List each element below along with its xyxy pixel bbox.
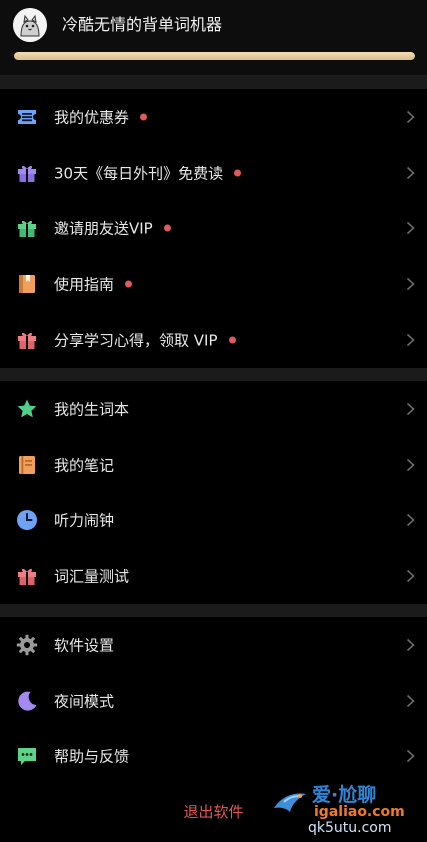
notebook-icon [19, 455, 35, 474]
menu-item-night-mode[interactable]: 夜间模式 [0, 673, 427, 729]
gear-icon [16, 634, 38, 656]
red-dot-badge [125, 280, 133, 288]
menu-group-learning: 我的生词本 我的笔记 听力闹钟 词汇量测试 [0, 381, 427, 604]
chevron-right-icon [406, 514, 415, 527]
menu-item-label: 帮助与反馈 [54, 747, 130, 766]
gift-icon [18, 221, 36, 238]
menu-item-label: 我的生词本 [54, 400, 130, 419]
divider [0, 604, 427, 617]
chevron-right-icon [406, 402, 415, 415]
progress-fill [14, 52, 415, 60]
gift-icon [18, 569, 36, 586]
red-dot-badge [228, 336, 236, 344]
menu-item-label: 软件设置 [54, 636, 115, 655]
chevron-right-icon [406, 694, 415, 707]
gift-icon [18, 165, 36, 182]
watermark: 爱·尬聊 igaliao.com qk5utu.com [268, 778, 427, 842]
gift-icon [18, 333, 36, 350]
chevron-right-icon [406, 110, 415, 123]
menu-item-label: 使用指南 [54, 275, 115, 294]
menu-item-label: 听力闹钟 [54, 511, 115, 530]
menu-item-label: 邀请朋友送VIP [54, 219, 153, 238]
red-dot-badge [234, 169, 242, 177]
red-dot-badge [163, 224, 171, 232]
chevron-right-icon [406, 638, 415, 651]
chevron-right-icon [406, 222, 415, 235]
menu-item-vocab-test[interactable]: 词汇量测试 [0, 548, 427, 604]
chevron-right-icon [406, 750, 415, 763]
menu-item-label: 分享学习心得，领取 VIP [54, 331, 218, 350]
divider [0, 368, 427, 381]
menu-group-promotions: 我的优惠券 30天《每日外刊》免费读 邀请朋友送VIP 使用指南 分享学习心得，… [0, 89, 427, 368]
star-icon [17, 399, 37, 418]
menu-item-invite-vip[interactable]: 邀请朋友送VIP [0, 201, 427, 257]
profile-header: 冷酷无情的背单词机器 [0, 0, 427, 75]
menu-item-label: 夜间模式 [54, 692, 115, 711]
menu-item-settings[interactable]: 软件设置 [0, 617, 427, 673]
menu-item-coupon[interactable]: 我的优惠券 [0, 89, 427, 145]
menu-item-label: 词汇量测试 [54, 567, 130, 586]
watermark-title: 爱·尬聊 [312, 784, 377, 806]
chevron-right-icon [406, 333, 415, 347]
watermark-url-secondary: qk5utu.com [308, 820, 392, 836]
menu-item-label: 我的笔记 [54, 456, 115, 475]
red-dot-badge [140, 113, 148, 121]
bird-logo-icon [274, 793, 306, 812]
watermark-url: igaliao.com [314, 804, 405, 820]
menu-item-new-words[interactable]: 我的生词本 [0, 381, 427, 437]
chat-icon [18, 748, 36, 766]
menu-item-foreign-journal[interactable]: 30天《每日外刊》免费读 [0, 145, 427, 201]
chevron-right-icon [406, 458, 415, 471]
moon-icon [18, 691, 37, 711]
menu-item-feedback[interactable]: 帮助与反馈 [0, 729, 427, 785]
menu-item-notes[interactable]: 我的笔记 [0, 437, 427, 493]
chevron-right-icon [406, 278, 415, 291]
menu-item-share-vip[interactable]: 分享学习心得，领取 VIP [0, 312, 427, 368]
menu-item-guide[interactable]: 使用指南 [0, 256, 427, 312]
chevron-right-icon [406, 570, 415, 583]
divider [0, 75, 427, 89]
book-icon [19, 275, 35, 294]
study-progress-bar [14, 52, 415, 60]
menu-item-label: 30天《每日外刊》免费读 [54, 164, 224, 183]
clock-icon [17, 510, 37, 531]
menu-item-alarm[interactable]: 听力闹钟 [0, 493, 427, 549]
chevron-right-icon [406, 166, 415, 179]
menu-item-label: 我的优惠券 [54, 108, 130, 127]
cat-avatar-icon [13, 8, 47, 42]
avatar[interactable] [13, 8, 47, 42]
ticket-icon [18, 109, 36, 124]
username: 冷酷无情的背单词机器 [62, 15, 223, 34]
